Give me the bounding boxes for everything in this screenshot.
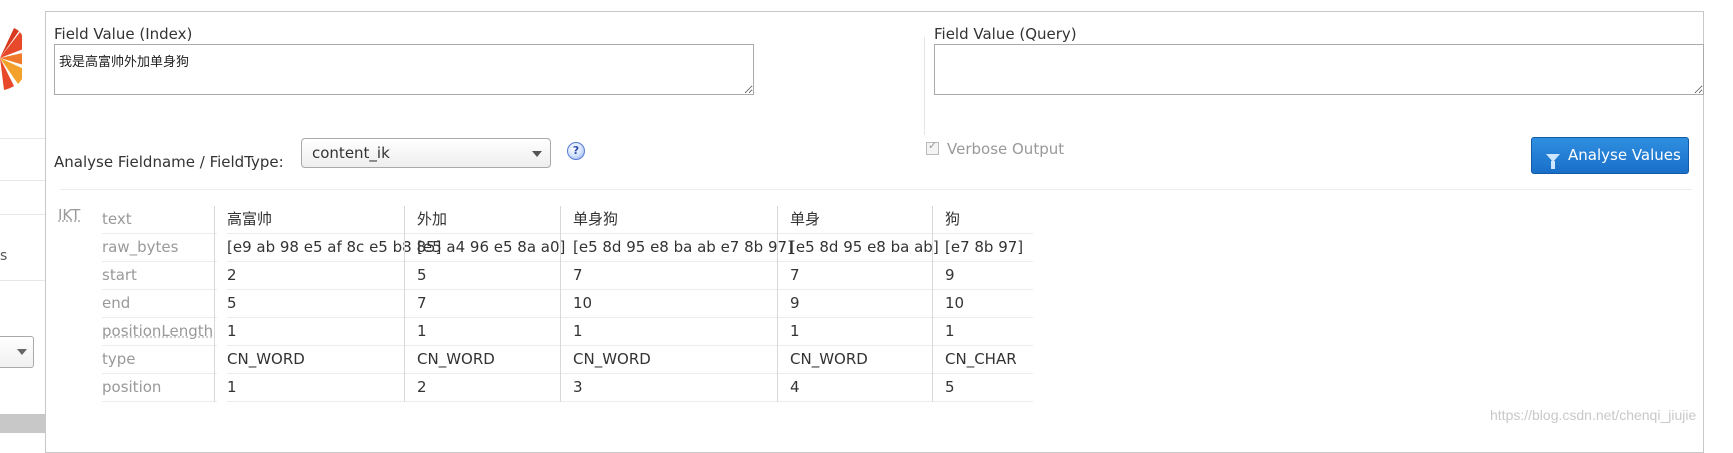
token-column: 外加 [e5 a4 96 e5 8a a0] 5 7 1 CN_WORD 2 [404, 206, 576, 402]
core-selector[interactable] [0, 336, 34, 368]
attribute-label: positionLength [102, 318, 217, 346]
query-field-value-input[interactable] [934, 44, 1704, 95]
token-column: 单身 [e5 8d 95 e8 ba ab] 7 9 1 CN_WORD 4 [777, 206, 949, 402]
token-start: 9 [945, 262, 1034, 290]
section-divider [60, 189, 1692, 190]
verbose-output-toggle[interactable]: Verbose Output [926, 139, 1065, 158]
token-position: 4 [790, 374, 949, 402]
token-text: 狗 [945, 206, 1034, 234]
token-start: 7 [790, 262, 949, 290]
token-raw-bytes: [e5 a4 96 e5 8a a0] [417, 234, 576, 262]
token-raw-bytes: [e5 8d 95 e8 ba ab] [790, 234, 949, 262]
token-position: 5 [945, 374, 1034, 402]
analyse-values-label: Analyse Values [1568, 146, 1681, 164]
verbose-checkbox[interactable] [926, 139, 939, 155]
sidebar-item-label[interactable]: s [0, 248, 7, 264]
token-raw-bytes: [e5 8d 95 e8 ba ab e7 8b 97] [573, 234, 803, 262]
sidebar-divider [0, 214, 45, 215]
token-position: 2 [417, 374, 576, 402]
token-type: CN_WORD [417, 346, 576, 374]
token-position-length: 1 [790, 318, 949, 346]
token-type: CN_WORD [573, 346, 803, 374]
token-position: 3 [573, 374, 803, 402]
attribute-label: text [102, 206, 217, 234]
token-end: 10 [945, 290, 1034, 318]
token-column: 单身狗 [e5 8d 95 e8 ba ab e7 8b 97] 7 10 1 … [560, 206, 803, 402]
attribute-label: type [102, 346, 217, 374]
token-position-length: 1 [417, 318, 576, 346]
token-text: 外加 [417, 206, 576, 234]
token-column: 狗 [e7 8b 97] 9 10 1 CN_CHAR 5 [932, 206, 1034, 402]
fieldtype-selected-value: content_ik [312, 144, 390, 162]
token-position-length: 1 [573, 318, 803, 346]
sidebar-divider [0, 280, 45, 281]
help-icon[interactable]: ? [567, 142, 585, 160]
token-type: CN_CHAR [945, 346, 1034, 374]
token-text: 单身狗 [573, 206, 803, 234]
attribute-label: start [102, 262, 217, 290]
funnel-icon [1546, 154, 1560, 169]
token-type: CN_WORD [790, 346, 949, 374]
analysis-panel: Field Value (Index) 我是高富帅外加单身狗 Field Val… [45, 11, 1704, 453]
token-start: 5 [417, 262, 576, 290]
token-end: 7 [417, 290, 576, 318]
analyzer-stage-name[interactable]: IKT [58, 206, 80, 224]
verbose-label: Verbose Output [947, 140, 1065, 158]
fieldtype-select[interactable]: content_ik [301, 138, 551, 168]
index-field-value-input[interactable]: 我是高富帅外加单身狗 [54, 44, 754, 95]
token-text: 单身 [790, 206, 949, 234]
solr-logo[interactable] [0, 22, 22, 94]
attribute-column: text raw_bytes start end positionLength … [102, 206, 217, 402]
sidebar-footer [0, 414, 45, 433]
column-divider [924, 37, 925, 135]
token-end: 9 [790, 290, 949, 318]
chevron-down-icon [532, 151, 542, 157]
attribute-label: end [102, 290, 217, 318]
token-raw-bytes: [e7 8b 97] [945, 234, 1034, 262]
token-position-length: 1 [945, 318, 1034, 346]
attribute-label: raw_bytes [102, 234, 217, 262]
watermark: https://blog.csdn.net/chenqi_jiujie [1490, 407, 1697, 423]
analyse-values-button[interactable]: Analyse Values [1531, 137, 1689, 174]
sidebar-divider [0, 138, 45, 139]
query-field-label: Field Value (Query) [934, 25, 1077, 43]
sidebar: s [0, 0, 45, 433]
token-end: 10 [573, 290, 803, 318]
attribute-label: position [102, 374, 217, 402]
sidebar-divider [0, 180, 45, 181]
fieldtype-label: Analyse Fieldname / FieldType: [54, 153, 284, 171]
token-start: 7 [573, 262, 803, 290]
index-field-label: Field Value (Index) [54, 25, 193, 43]
